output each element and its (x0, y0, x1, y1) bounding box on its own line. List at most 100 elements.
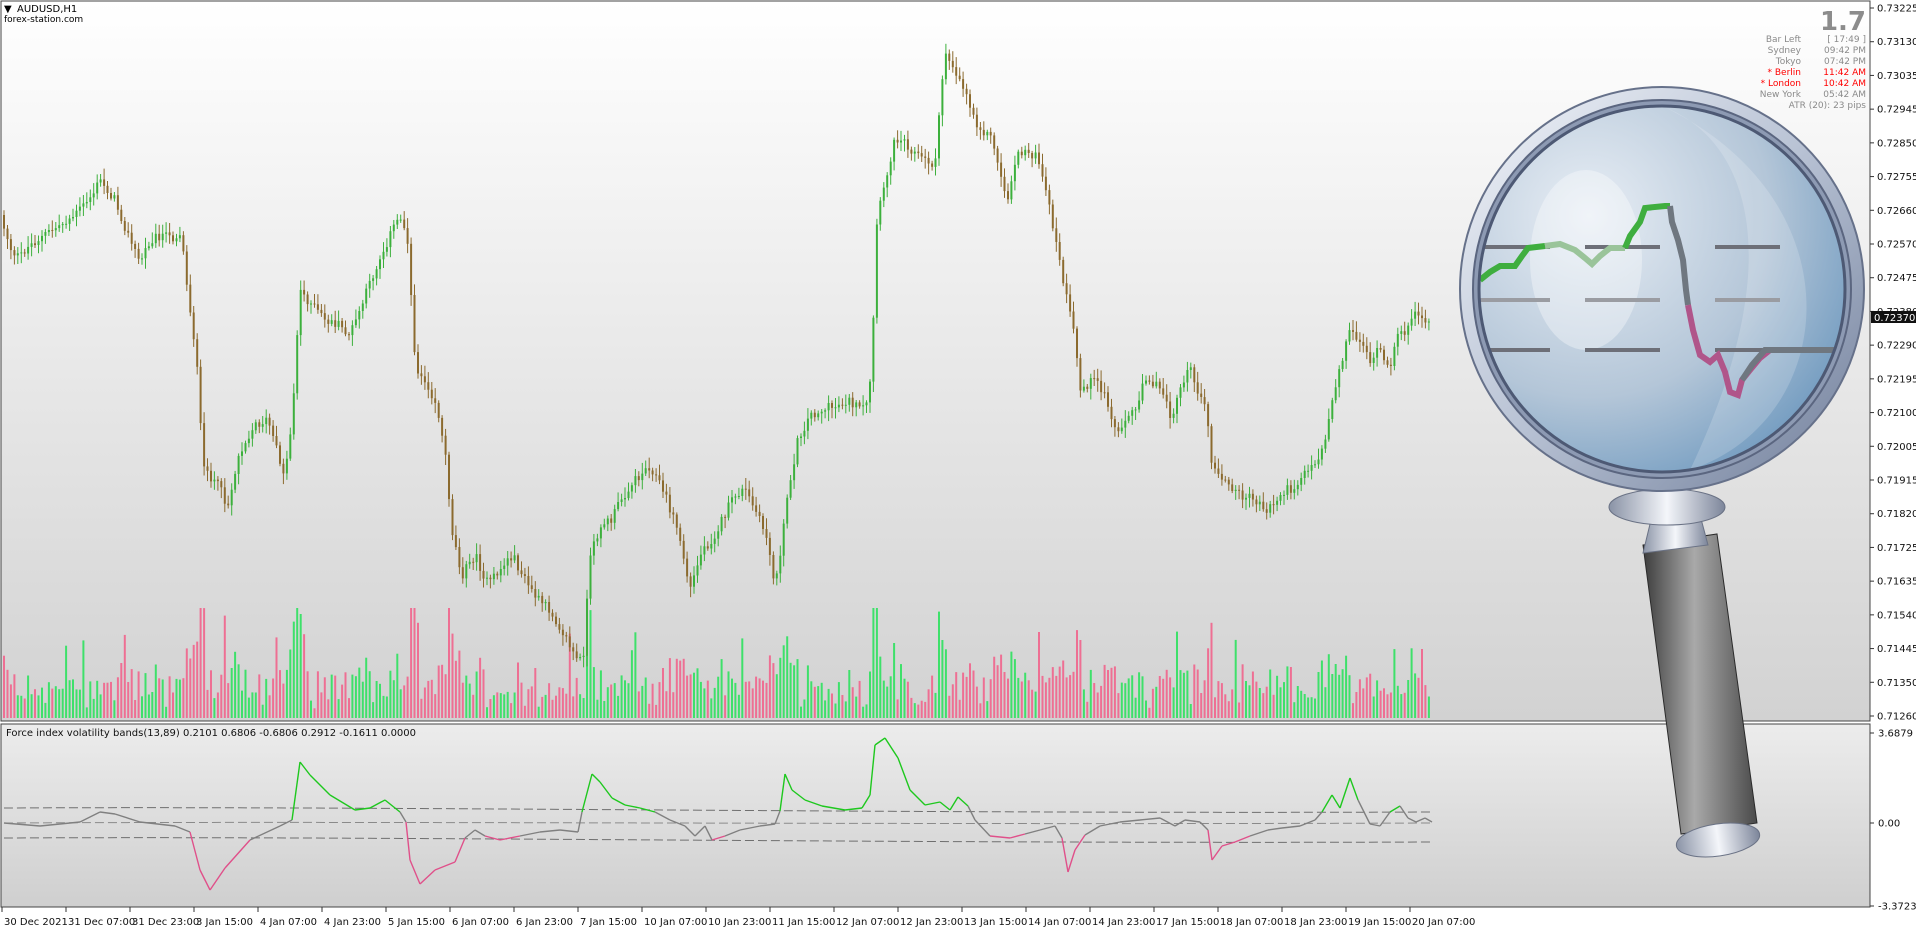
candle-body (372, 278, 375, 281)
candle-body (327, 319, 330, 324)
volume-bar (134, 700, 137, 718)
candle-body (292, 393, 295, 435)
volume-bar (72, 679, 74, 718)
candle-body (1272, 504, 1275, 506)
volume-bar (292, 621, 295, 718)
candle-body (1210, 426, 1213, 463)
volume-bar (1386, 694, 1389, 718)
candle-body (575, 651, 578, 659)
volume-bar (703, 688, 706, 718)
candle-body (782, 523, 785, 556)
volume-bar (154, 664, 157, 718)
candle-body (1334, 387, 1337, 401)
candle-body (517, 555, 519, 571)
candle-body (1310, 465, 1313, 471)
candle-body (586, 598, 588, 656)
volume-bar (965, 676, 968, 718)
price-tick-label: 0.72570 (1877, 240, 1916, 251)
candle-body (1000, 162, 1003, 177)
candle-body (413, 295, 416, 353)
candle-body (644, 468, 647, 474)
volume-bar (1020, 681, 1023, 718)
candle-body (906, 139, 909, 150)
volume-bar (106, 682, 109, 718)
volume-bar (323, 677, 326, 718)
candle-body (82, 203, 85, 207)
candle-body (599, 527, 602, 539)
candle-body (1414, 311, 1417, 319)
volume-bar (1296, 686, 1299, 718)
volume-bar (1362, 688, 1365, 718)
volume-bar (1124, 683, 1127, 718)
volume-bar (1355, 692, 1358, 718)
volume-bar (492, 695, 495, 718)
candle-body (1162, 388, 1165, 395)
candle-body (423, 376, 426, 383)
volume-bar (1358, 679, 1361, 718)
candle-body (917, 151, 920, 154)
volume-bar (1113, 666, 1116, 718)
candle-body (1179, 387, 1182, 398)
candle-body (196, 339, 199, 367)
time-tick-label: 18 Jan 07:00 (1220, 917, 1283, 928)
candle-body (78, 206, 81, 211)
candle-body (806, 418, 809, 431)
volume-bar (334, 675, 337, 718)
volume-bar (182, 678, 185, 718)
price-tick-label: 0.71635 (1877, 577, 1916, 588)
price-tick-label: 0.71350 (1877, 678, 1916, 689)
volume-bar (1038, 632, 1040, 718)
candle-body (365, 288, 368, 304)
candle-body (589, 555, 592, 599)
volume-bar (1276, 675, 1279, 718)
volume-bar (1186, 670, 1189, 718)
price-tick-label: 0.72755 (1877, 172, 1916, 183)
candle-body (334, 320, 337, 327)
volume-bar (444, 674, 447, 718)
volume-bar (1072, 671, 1075, 718)
price-tick-label: 0.71260 (1877, 712, 1916, 723)
chart-canvas[interactable]: 0.73225 0.73130 0.73035 0.72945 0.72850 0.727… (0, 0, 1916, 933)
volume-bar (1000, 654, 1003, 718)
symbol-arrow-icon: ▼ (4, 4, 12, 15)
candle-body (951, 60, 954, 68)
volume-bar (620, 675, 623, 718)
volume-bar (1372, 696, 1375, 718)
volume-bar (78, 689, 81, 718)
volume-bar (896, 699, 899, 718)
volume-bar (1345, 655, 1348, 718)
volume-bar (296, 608, 299, 718)
candle-body (896, 139, 899, 143)
volume-bar (1379, 690, 1382, 718)
volume-bar (893, 643, 896, 718)
volume-bar (358, 667, 361, 718)
candle-body (165, 232, 168, 234)
candle-body (786, 497, 789, 524)
candle-body (713, 538, 716, 544)
volume-bar (858, 680, 861, 718)
candle-body (768, 537, 771, 555)
volume-bar (210, 670, 212, 718)
candle-body (1155, 381, 1158, 387)
candle-body (451, 499, 454, 536)
indicator-area[interactable] (0, 723, 1871, 908)
volume-bar (1169, 677, 1172, 718)
volume-bar (375, 681, 378, 718)
candle-body (744, 488, 747, 490)
candle-body (306, 294, 309, 305)
candle-body (289, 434, 292, 459)
candle-body (1386, 360, 1389, 365)
volume-bar (1369, 673, 1372, 718)
candle-body (855, 402, 858, 408)
candle-body (272, 425, 275, 436)
candle-body (920, 153, 923, 157)
info-row-value: 10:42 AM (1823, 79, 1866, 89)
candle-body (1317, 459, 1320, 465)
price-tick-label: 0.71540 (1877, 610, 1916, 621)
volume-bar (206, 689, 209, 718)
candle-body (344, 327, 347, 335)
volume-bar (831, 693, 833, 718)
candle-body (965, 88, 968, 95)
candle-body (1182, 382, 1185, 388)
candle-body (1262, 501, 1265, 510)
